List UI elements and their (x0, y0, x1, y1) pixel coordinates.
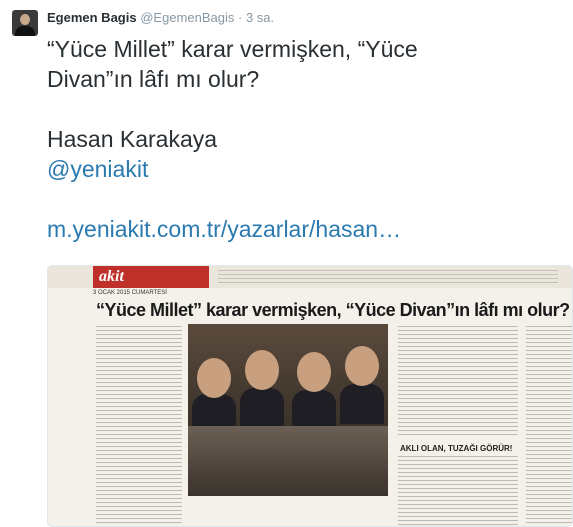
person-4-suit (340, 384, 384, 424)
author-name[interactable]: Egemen Bagis (47, 10, 137, 25)
article-link[interactable]: m.yeniakit.com.tr/yazarlar/hasan… (47, 214, 557, 244)
paper-subhead: AKLI OLAN, TUZAĞI GÖRÜR! (400, 444, 513, 453)
paper-logo: akit (93, 266, 209, 288)
tweet-text: “Yüce Millet” karar vermişken, “Yüce Div… (47, 34, 557, 244)
paper-date: 3 OCAK 2015 CUMARTESİ (93, 290, 167, 296)
header-separator: · (237, 10, 243, 25)
tweet-blank-line-2 (47, 184, 557, 214)
paper-column-left (96, 326, 182, 526)
tweet-media-image[interactable]: akit 3 OCAK 2015 CUMARTESİ “Yüce Millet”… (47, 265, 573, 527)
author-avatar[interactable] (12, 10, 38, 36)
tweet-line-1: “Yüce Millet” karar vermişken, “Yüce (47, 36, 418, 62)
paper-photo-crowd (188, 426, 388, 496)
paper-column-right (398, 326, 518, 436)
tweet-timestamp[interactable]: 3 sa. (246, 10, 274, 25)
person-2-suit (240, 388, 284, 428)
avatar-head (20, 14, 30, 25)
paper-top-text (218, 270, 558, 284)
person-3-suit (292, 390, 336, 430)
paper-column-right-lower (398, 456, 518, 526)
person-1-face (197, 358, 231, 398)
mention-link[interactable]: @yeniakit (47, 154, 557, 184)
paper-headline: “Yüce Millet” karar vermişken, “Yüce Div… (96, 300, 570, 320)
person-3-face (297, 352, 331, 392)
tweet-line-2: Divan”ın lâfı mı olur? (47, 66, 260, 92)
person-2-face (245, 350, 279, 390)
paper-column-edge (526, 326, 572, 526)
avatar-body (15, 26, 35, 36)
author-handle[interactable]: @EgemenBagis (140, 10, 234, 25)
tweet-line-author: Hasan Karakaya (47, 126, 218, 152)
tweet-header: Egemen Bagis @EgemenBagis · 3 sa. (47, 10, 274, 25)
person-4-face (345, 346, 379, 386)
